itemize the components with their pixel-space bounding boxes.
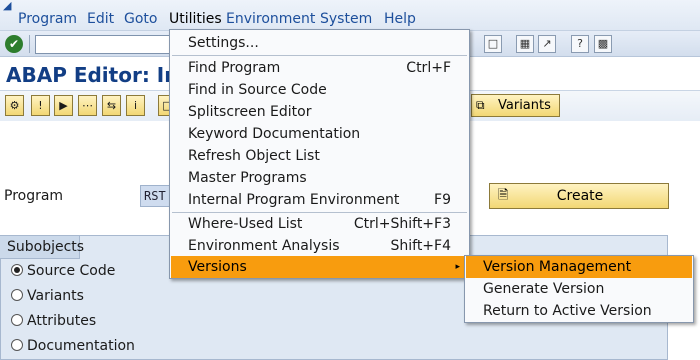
radio-button-selected[interactable] — [11, 264, 23, 276]
menu-item-shortcut: F9 — [434, 192, 451, 208]
check-icon[interactable]: ⇆ — [102, 95, 121, 116]
menu-item-splitscreen-editor[interactable]: Splitscreen Editor — [171, 101, 468, 123]
menu-item-master-programs[interactable]: Master Programs — [171, 167, 468, 189]
radio-label: Documentation — [27, 338, 135, 354]
program-label: Program — [4, 188, 64, 204]
menu-item-label: Where-Used List — [188, 216, 303, 232]
variants-icon: ⧉ — [476, 98, 485, 112]
menu-item-environment-analysis[interactable]: Environment Analysis Shift+F4 — [171, 235, 468, 257]
menu-item-find-program[interactable]: Find Program Ctrl+F — [171, 57, 468, 79]
menu-item-label: Refresh Object List — [188, 148, 320, 164]
system-menu-icon[interactable]: ◢ — [3, 0, 15, 11]
menu-item-shortcut: Ctrl+F — [406, 60, 451, 76]
execute-icon[interactable]: ▶ — [54, 95, 73, 116]
menu-item-find-in-source[interactable]: Find in Source Code — [171, 79, 468, 101]
menu-item-label: Version Management — [483, 259, 632, 275]
menu-item-label: Return to Active Version — [483, 303, 652, 319]
menu-item-return-to-active-version[interactable]: Return to Active Version — [466, 300, 692, 322]
shortcut-icon[interactable]: ↗ — [538, 35, 556, 53]
menu-item-label: Versions — [188, 259, 247, 275]
radio-label: Variants — [27, 288, 84, 304]
toolbar-separator — [29, 35, 30, 53]
menu-item-versions[interactable]: Versions ▸ — [171, 256, 468, 278]
variants-button[interactable]: ⧉ Variants — [471, 94, 560, 117]
info-icon[interactable]: i — [126, 95, 145, 116]
menu-utilities[interactable]: Utilities — [169, 11, 222, 27]
layout-settings-icon[interactable]: ▩ — [594, 35, 612, 53]
menu-item-refresh-object-list[interactable]: Refresh Object List — [171, 145, 468, 167]
menu-system[interactable]: System — [320, 11, 372, 27]
menu-item-internal-program-environment[interactable]: Internal Program Environment F9 — [171, 189, 468, 211]
menu-item-settings[interactable]: Settings... — [171, 32, 468, 54]
menu-item-label: Master Programs — [188, 170, 307, 186]
radio-button[interactable] — [11, 289, 23, 301]
menu-edit[interactable]: Edit — [87, 11, 114, 27]
menu-item-shortcut: Ctrl+Shift+F3 — [353, 216, 451, 232]
radio-button[interactable] — [11, 314, 23, 326]
menu-help[interactable]: Help — [384, 11, 416, 27]
menu-item-label: Find Program — [188, 60, 281, 76]
command-field[interactable] — [35, 35, 175, 54]
menu-item-where-used-list[interactable]: Where-Used List Ctrl+Shift+F3 — [171, 213, 468, 235]
menu-item-label: Environment Analysis — [188, 238, 340, 254]
menu-item-shortcut: Shift+F4 — [390, 238, 451, 254]
help-icon[interactable]: ? — [571, 35, 589, 53]
program-input[interactable]: RST — [140, 185, 172, 207]
create-label: Create — [556, 188, 604, 204]
menu-separator — [172, 55, 467, 56]
utilities-menu: Settings... Find Program Ctrl+F Find in … — [169, 29, 470, 279]
variants-label: Variants — [498, 98, 551, 113]
menu-item-label: Generate Version — [483, 281, 605, 297]
radio-label: Attributes — [27, 313, 97, 329]
versions-submenu: Version Management Generate Version Retu… — [464, 255, 694, 323]
menu-item-label: Find in Source Code — [188, 82, 327, 98]
page-title: ABAP Editor: Ir — [6, 63, 175, 87]
menu-item-label: Keyword Documentation — [188, 126, 361, 142]
menu-item-generate-version[interactable]: Generate Version — [466, 278, 692, 300]
submenu-arrow-icon: ▸ — [455, 262, 460, 272]
radio-attributes[interactable]: Attributes — [11, 313, 96, 329]
create-button[interactable]: Create 🗎 — [489, 183, 669, 209]
menu-program[interactable]: Program — [18, 11, 77, 27]
where-used-icon[interactable]: ⋯ — [78, 95, 97, 116]
menu-item-label: Internal Program Environment — [188, 192, 400, 208]
menu-item-version-management[interactable]: Version Management — [466, 256, 692, 278]
subobjects-title: Subobjects — [0, 236, 84, 259]
radio-documentation[interactable]: Documentation — [11, 338, 135, 354]
create-session-icon[interactable]: □ — [484, 35, 502, 53]
create-document-icon: 🗎 — [498, 188, 509, 203]
radio-button[interactable] — [11, 339, 23, 351]
menu-bar: ◢ Program Edit Goto Utilities Environmen… — [0, 0, 700, 31]
menu-goto[interactable]: Goto — [124, 11, 157, 27]
radio-label: Source Code — [27, 263, 116, 279]
other-object-icon[interactable]: ⚙ — [5, 95, 24, 116]
menu-item-keyword-documentation[interactable]: Keyword Documentation — [171, 123, 468, 145]
menu-item-label: Settings... — [188, 35, 259, 51]
new-window-icon[interactable]: ▦ — [516, 35, 534, 53]
radio-variants[interactable]: Variants — [11, 288, 84, 304]
radio-source-code[interactable]: Source Code — [11, 263, 115, 279]
enter-check-icon[interactable]: ✔ — [5, 35, 23, 53]
activate-icon[interactable]: ! — [31, 95, 50, 116]
menu-environment[interactable]: Environment — [226, 11, 315, 27]
menu-item-label: Splitscreen Editor — [188, 104, 312, 120]
